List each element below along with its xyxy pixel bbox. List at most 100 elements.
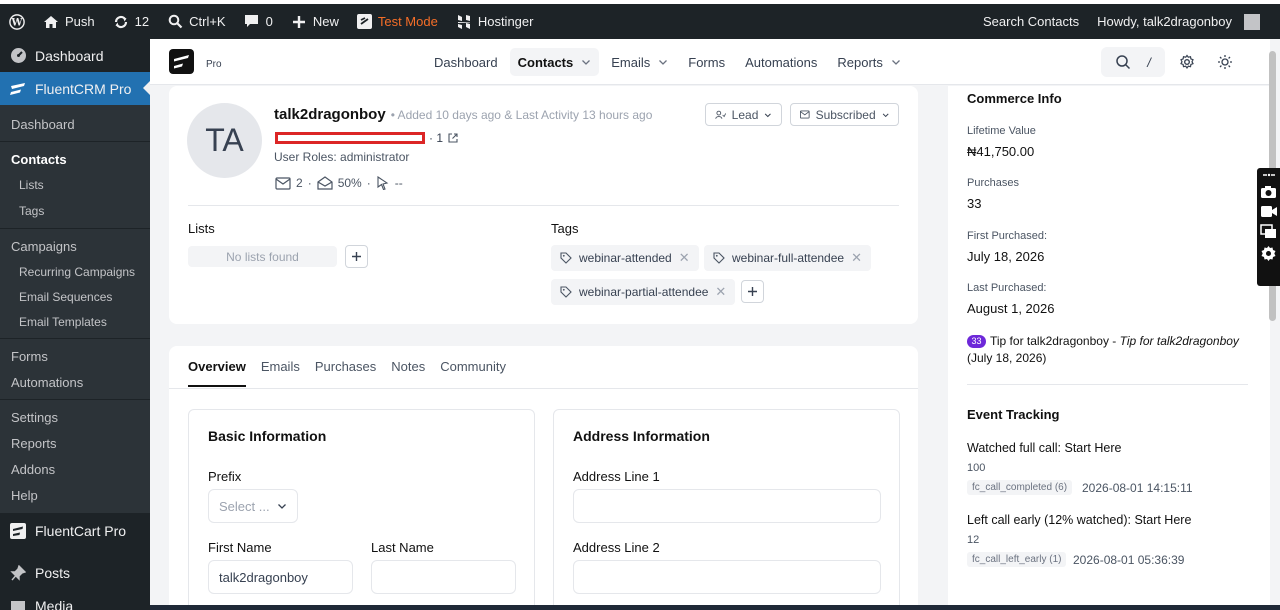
purchases-count: 33	[967, 196, 982, 211]
submenu-email-templates[interactable]: Email Templates	[0, 309, 150, 334]
submenu-tags[interactable]: Tags	[0, 198, 150, 224]
fluentcrm-logo[interactable]	[169, 49, 194, 74]
tab-community[interactable]: Community	[440, 359, 506, 387]
basic-information-box: Basic Information Prefix Select ... Firs…	[188, 409, 535, 610]
fluentcrm-top-nav: Pro Dashboard Contacts Emails Forms Auto…	[150, 39, 1270, 85]
contact-header: talk2dragonboy • Added 10 days ago & Las…	[274, 106, 652, 123]
theme-toggle-button[interactable]	[1209, 47, 1241, 77]
address-line-1-input[interactable]	[573, 489, 881, 523]
event-value: 100	[967, 462, 986, 474]
email-suffix: · 1	[429, 131, 458, 145]
settings-button[interactable]	[1171, 47, 1203, 77]
address-line-1-label: Address Line 1	[573, 469, 660, 484]
menu-fluentcrm-label: FluentCRM Pro	[35, 80, 132, 97]
subscription-status-label: Subscribed	[815, 107, 876, 122]
nav-emails[interactable]: Emails	[603, 48, 676, 76]
site-name-link[interactable]: Push	[34, 4, 104, 39]
submenu-settings[interactable]: Settings	[0, 404, 150, 430]
howdy-label: Howdy, talk2dragonboy	[1097, 14, 1232, 29]
updates-link[interactable]: 12	[104, 4, 158, 39]
menu-dashboard[interactable]: Dashboard	[0, 39, 150, 72]
add-tag-button[interactable]	[741, 280, 764, 303]
submenu-dashboard[interactable]: Dashboard	[0, 111, 150, 137]
address-line-2-label: Address Line 2	[573, 540, 660, 555]
mail-icon	[275, 176, 291, 190]
fluentcart-icon	[9, 522, 27, 540]
camera-icon[interactable]	[1260, 185, 1277, 199]
subscription-status-dropdown[interactable]: Subscribed	[790, 103, 899, 126]
profile-divider	[188, 205, 899, 206]
lifetime-value: ₦41,750.00	[967, 144, 1035, 159]
tag-chip[interactable]: webinar-full-attendee ✕	[704, 245, 871, 271]
menu-fluentcart-label: FluentCart Pro	[35, 523, 127, 539]
submenu-forms[interactable]: Forms	[0, 343, 150, 369]
remove-tag-icon[interactable]: ✕	[679, 250, 690, 266]
nav-contacts-label: Contacts	[517, 54, 574, 70]
main-nav: Dashboard Contacts Emails Forms Automati…	[426, 47, 913, 77]
tab-purchases[interactable]: Purchases	[315, 359, 376, 387]
pro-label: Pro	[206, 59, 222, 70]
nav-dashboard[interactable]: Dashboard	[426, 48, 506, 76]
nav-automations[interactable]: Automations	[737, 48, 825, 76]
tag-chip[interactable]: webinar-attended ✕	[551, 245, 699, 271]
purchases-label: Purchases	[967, 177, 1019, 189]
last-name-input[interactable]	[371, 560, 516, 594]
search-icon	[167, 14, 183, 30]
tab-emails[interactable]: Emails	[261, 359, 300, 387]
prefix-placeholder: Select ...	[219, 498, 270, 514]
new-content-button[interactable]: New	[282, 4, 348, 39]
mail-open-icon	[317, 176, 333, 190]
submenu-recurring-campaigns[interactable]: Recurring Campaigns	[0, 259, 150, 284]
menu-media[interactable]: Media	[0, 591, 150, 610]
contact-type-dropdown[interactable]: Lead	[705, 103, 782, 126]
commerce-info-title: Commerce Info	[967, 91, 1062, 106]
search-contacts-link[interactable]: Search Contacts	[974, 4, 1088, 39]
command-palette-button[interactable]: Ctrl+K	[158, 4, 234, 39]
hostinger-link[interactable]: Hostinger	[447, 4, 543, 39]
chevron-down-icon	[891, 60, 900, 65]
prefix-label: Prefix	[208, 469, 242, 484]
submenu-email-sequences[interactable]: Email Sequences	[0, 284, 150, 309]
test-mode-link[interactable]: Test Mode	[348, 4, 447, 39]
event-name: Left call early (12% watched): Start Her…	[967, 513, 1192, 527]
wordpress-logo-button[interactable]: W	[0, 4, 34, 39]
menu-fluentcart[interactable]: FluentCart Pro	[0, 513, 150, 549]
submenu-campaigns[interactable]: Campaigns	[0, 233, 150, 259]
menu-posts[interactable]: Posts	[0, 555, 150, 591]
gear-icon[interactable]	[1260, 245, 1277, 262]
tip-count-badge: 33	[967, 335, 986, 348]
submenu-reports[interactable]: Reports	[0, 430, 150, 456]
first-name-input[interactable]: talk2dragonboy	[208, 560, 353, 594]
nav-reports[interactable]: Reports	[829, 48, 909, 76]
tab-overview[interactable]: Overview	[188, 359, 246, 387]
remove-tag-icon[interactable]: ✕	[715, 284, 726, 300]
hostinger-icon	[456, 14, 472, 30]
remove-tag-icon[interactable]: ✕	[851, 250, 862, 266]
tab-notes[interactable]: Notes	[391, 359, 425, 387]
wp-admin-menu: Dashboard FluentCRM Pro Dashboard Contac…	[0, 39, 150, 610]
submenu-addons[interactable]: Addons	[0, 456, 150, 482]
first-name-label: First Name	[208, 540, 272, 555]
submenu-automations[interactable]: Automations	[0, 369, 150, 395]
external-link-icon[interactable]	[448, 133, 458, 143]
address-line-2-input[interactable]	[573, 560, 881, 594]
submenu-help[interactable]: Help	[0, 482, 150, 508]
tag-icon	[560, 252, 572, 264]
nav-contacts[interactable]: Contacts	[509, 48, 600, 76]
video-icon[interactable]	[1260, 205, 1278, 218]
my-account-menu[interactable]: Howdy, talk2dragonboy	[1088, 4, 1280, 39]
prefix-select[interactable]: Select ...	[208, 489, 298, 523]
link-icon[interactable]	[1261, 171, 1277, 179]
stat-dot: ·	[307, 176, 312, 190]
submenu-lists[interactable]: Lists	[0, 172, 150, 198]
nav-forms[interactable]: Forms	[680, 48, 733, 76]
submenu-contacts[interactable]: Contacts	[0, 146, 150, 172]
screens-icon[interactable]	[1260, 224, 1277, 239]
global-search-button[interactable]: /	[1101, 47, 1165, 77]
tag-label: webinar-full-attendee	[732, 251, 845, 265]
event-value: 12	[967, 534, 980, 546]
menu-fluentcrm[interactable]: FluentCRM Pro	[0, 72, 150, 105]
add-list-button[interactable]	[345, 245, 368, 268]
tag-chip[interactable]: webinar-partial-attendee ✕	[551, 279, 736, 305]
comments-link[interactable]: 0	[235, 4, 282, 39]
